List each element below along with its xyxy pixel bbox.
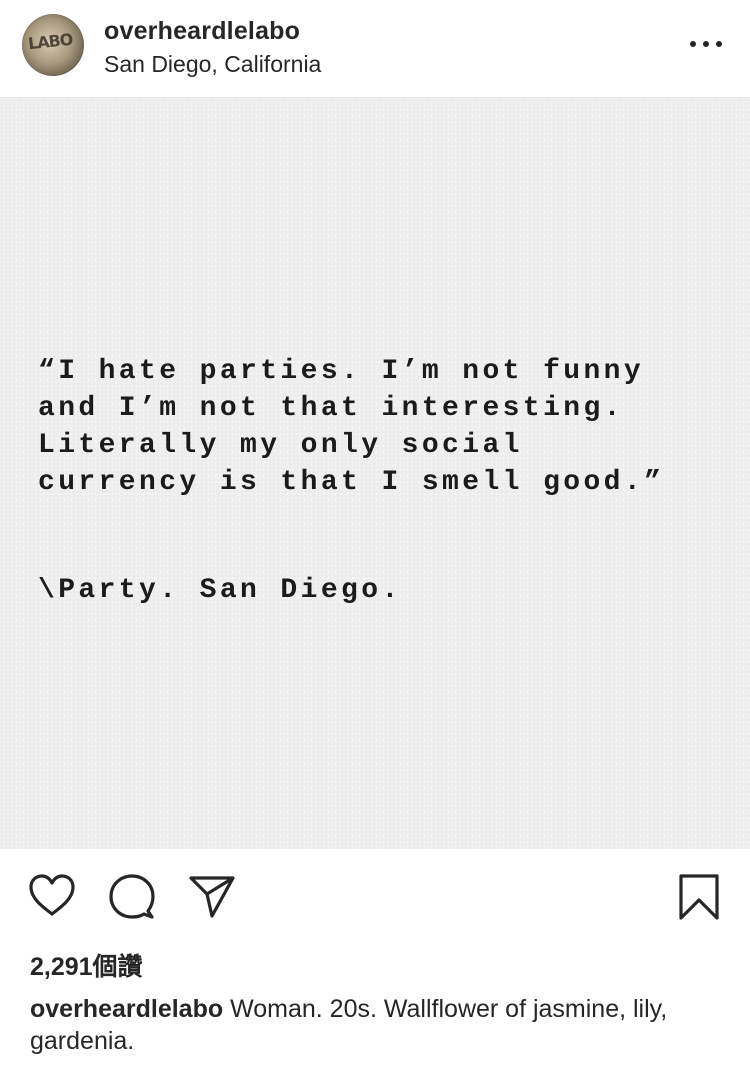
- post-image[interactable]: “I hate parties. I’m not funny and I’m n…: [0, 98, 750, 849]
- likes-count[interactable]: 2,291個讚: [30, 947, 143, 983]
- paper-plane-icon[interactable]: [188, 873, 236, 924]
- bookmark-icon[interactable]: [678, 873, 720, 926]
- more-options-icon[interactable]: [690, 36, 722, 52]
- avatar[interactable]: LABO: [22, 14, 84, 76]
- more-dot: [690, 41, 696, 47]
- post-header: LABO overheardlelabo San Diego, Californ…: [0, 0, 750, 98]
- post-location[interactable]: San Diego, California: [104, 51, 321, 78]
- action-bar: [0, 849, 750, 939]
- caption-username[interactable]: overheardlelabo: [30, 995, 223, 1023]
- post-caption: overheardlelabo Woman. 20s. Wallflower o…: [30, 993, 730, 1057]
- comment-bubble-icon[interactable]: [108, 873, 156, 926]
- more-dot: [716, 41, 722, 47]
- post-username[interactable]: overheardlelabo: [104, 17, 300, 46]
- quote-text: “I hate parties. I’m not funny and I’m n…: [38, 356, 665, 498]
- more-dot: [703, 41, 709, 47]
- quote-tag: \Party. San Diego.: [38, 575, 402, 606]
- brand-logo-avatar: LABO: [27, 29, 74, 54]
- heart-icon[interactable]: [28, 873, 76, 922]
